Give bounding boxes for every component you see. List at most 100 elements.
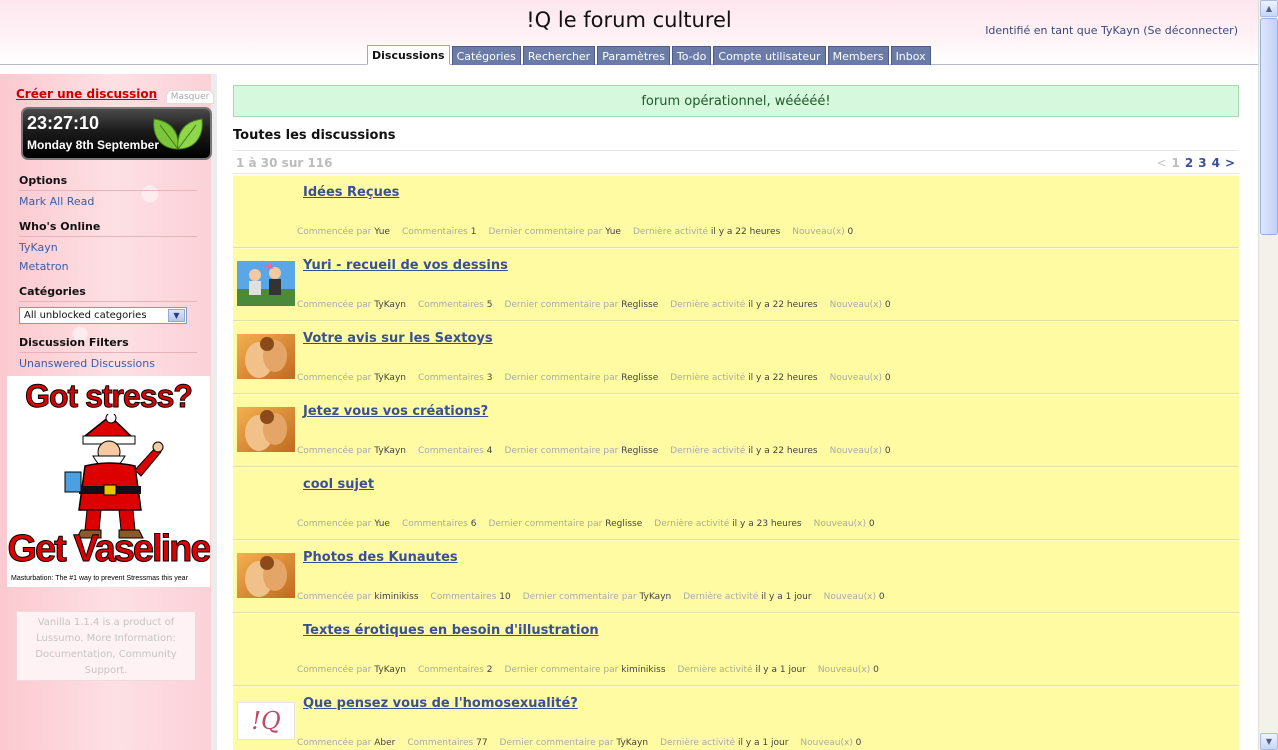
tab-inbox[interactable]: Inbox bbox=[890, 46, 931, 65]
scrollbar-thumb[interactable] bbox=[1260, 18, 1278, 235]
last-activity-value: il y a 22 heures bbox=[710, 227, 781, 237]
last-activity-label: Dernière activité bbox=[683, 592, 759, 602]
new-count: 0 bbox=[884, 300, 891, 310]
tab-account[interactable]: Compte utilisateur bbox=[713, 46, 826, 65]
new-label: Nouveau(x) bbox=[829, 300, 882, 310]
discussion-row: Yuri - recueil de vos dessins Commencée p… bbox=[233, 248, 1239, 321]
last-comment-label: Dernier commentaire par bbox=[522, 592, 637, 602]
comment-count: 2 bbox=[486, 665, 493, 675]
last-comment-label: Dernier commentaire par bbox=[504, 373, 619, 383]
avatar[interactable] bbox=[237, 261, 295, 306]
tab-settings[interactable]: Paramètres bbox=[597, 46, 670, 65]
tab-todo[interactable]: To-do bbox=[671, 46, 712, 65]
hide-sidebar-button[interactable]: Masquer bbox=[166, 90, 214, 104]
new-label: Nouveau(x) bbox=[823, 592, 876, 602]
ad-tagline: Get Vaseline bbox=[7, 528, 210, 571]
author-link[interactable]: Aber bbox=[374, 738, 395, 748]
comment-count: 6 bbox=[470, 519, 477, 529]
create-discussion-link[interactable]: Créer une discussion bbox=[16, 87, 157, 101]
discussion-meta: Commencée par kiminikiss Commentaires 10 D… bbox=[297, 592, 897, 602]
avatar[interactable] bbox=[237, 334, 295, 379]
next-page-button[interactable]: > bbox=[1225, 156, 1235, 170]
footer-line[interactable]: Lussumo. More Information: bbox=[17, 631, 195, 647]
mark-all-read-link[interactable]: Mark All Read bbox=[19, 195, 94, 208]
last-commenter-link[interactable]: kiminikiss bbox=[621, 665, 665, 675]
discussion-title-link[interactable]: Votre avis sur les Sextoys bbox=[303, 331, 493, 346]
chevron-down-icon[interactable]: ▼ bbox=[168, 309, 185, 322]
author-link[interactable]: TyKayn bbox=[374, 300, 406, 310]
page-scrollbar[interactable]: ▲ ▼ bbox=[1258, 0, 1278, 750]
tab-search[interactable]: Rechercher bbox=[522, 46, 596, 65]
comments-label: Commentaires bbox=[401, 227, 468, 237]
avatar[interactable] bbox=[237, 407, 295, 452]
pagination-bar: 1 à 30 sur 116 < 1 2 3 4 > bbox=[233, 150, 1239, 174]
discussion-meta: Commencée par Yue Commentaires 1 Dernier c… bbox=[297, 227, 865, 237]
page-link[interactable]: 2 bbox=[1185, 156, 1193, 170]
scroll-up-icon[interactable]: ▲ bbox=[1260, 0, 1278, 17]
options-heading: Options bbox=[19, 174, 197, 191]
advertisement-banner[interactable]: Got stress? Get Vaseline Masturbation: T… bbox=[7, 376, 210, 587]
author-link[interactable]: kiminikiss bbox=[374, 592, 418, 602]
tab-members[interactable]: Members bbox=[827, 46, 889, 65]
last-commenter-link[interactable]: Reglisse bbox=[621, 373, 658, 383]
discussion-title-link[interactable]: Que pensez vous de l'homosexualité? bbox=[303, 696, 578, 711]
last-commenter-link[interactable]: Yue bbox=[605, 227, 621, 237]
author-link[interactable]: Yue bbox=[374, 227, 390, 237]
footer-line[interactable]: Support. bbox=[17, 663, 195, 679]
discussion-meta: Commencée par TyKayn Commentaires 2 Dernie… bbox=[297, 665, 891, 675]
new-count: 0 bbox=[855, 738, 862, 748]
comment-count: 77 bbox=[476, 738, 488, 748]
last-commenter-link[interactable]: Reglisse bbox=[621, 300, 658, 310]
tab-categories[interactable]: Catégories bbox=[451, 46, 521, 65]
author-link[interactable]: Yue bbox=[374, 519, 390, 529]
footer-line[interactable]: Documentation, Community bbox=[17, 647, 195, 663]
new-count: 0 bbox=[847, 227, 854, 237]
last-activity-label: Dernière activité bbox=[670, 373, 746, 383]
category-select[interactable]: All unblocked categories ▼ bbox=[19, 307, 187, 324]
forum-notice: forum opérationnel, wééééé! bbox=[233, 85, 1239, 117]
discussion-title-link[interactable]: Photos des Kunautes bbox=[303, 550, 458, 565]
unanswered-discussions-link[interactable]: Unanswered Discussions bbox=[19, 357, 155, 370]
category-select-value: All unblocked categories bbox=[24, 310, 147, 321]
tab-discussions[interactable]: Discussions bbox=[367, 45, 450, 65]
discussion-title-link[interactable]: Textes érotiques en besoin d'illustratio… bbox=[303, 623, 599, 638]
last-activity-value: il y a 22 heures bbox=[748, 300, 818, 310]
scroll-down-icon[interactable]: ▼ bbox=[1260, 733, 1278, 750]
discussion-title-link[interactable]: Yuri - recueil de vos dessins bbox=[303, 258, 508, 273]
author-link[interactable]: TyKayn bbox=[374, 373, 406, 383]
comments-label: Commentaires bbox=[417, 665, 484, 675]
main-tabs: Discussions Catégories Rechercher Paramè… bbox=[367, 45, 933, 65]
started-by-label: Commencée par bbox=[297, 592, 372, 602]
avatar[interactable] bbox=[237, 553, 295, 598]
new-count: 0 bbox=[878, 592, 885, 602]
discussion-title-link[interactable]: cool sujet bbox=[303, 477, 374, 492]
avatar[interactable]: !Q bbox=[237, 699, 295, 744]
discussion-title-link[interactable]: Jetez vous vos créations? bbox=[303, 404, 488, 419]
new-label: Nouveau(x) bbox=[829, 446, 882, 456]
logout-link[interactable]: (Se déconnecter) bbox=[1143, 24, 1238, 37]
page-link[interactable]: 4 bbox=[1212, 156, 1220, 170]
comment-count: 4 bbox=[486, 446, 493, 456]
santa-illustration-icon bbox=[64, 414, 164, 539]
page-link[interactable]: 3 bbox=[1198, 156, 1206, 170]
last-commenter-link[interactable]: Reglisse bbox=[605, 519, 642, 529]
online-user-link[interactable]: Metatron bbox=[19, 260, 69, 273]
last-commenter-link[interactable]: Reglisse bbox=[621, 446, 658, 456]
pagination: < 1 2 3 4 > bbox=[1156, 156, 1235, 170]
discussion-filters-heading: Discussion Filters bbox=[19, 336, 197, 353]
last-comment-label: Dernier commentaire par bbox=[488, 519, 603, 529]
discussion-meta: Commencée par TyKayn Commentaires 3 Dernie… bbox=[297, 373, 903, 383]
author-link[interactable]: TyKayn bbox=[374, 665, 406, 675]
online-user-link[interactable]: TyKayn bbox=[19, 241, 58, 254]
last-commenter-link[interactable]: TyKayn bbox=[640, 592, 672, 602]
discussion-title-link[interactable]: Idées Reçues bbox=[303, 185, 399, 200]
author-link[interactable]: TyKayn bbox=[374, 446, 406, 456]
prev-page-button[interactable]: < bbox=[1156, 156, 1166, 170]
discussion-row: Jetez vous vos créations? Commencée par T… bbox=[233, 394, 1239, 467]
discussion-meta: Commencée par Aber Commentaires 77 Dernier… bbox=[297, 738, 873, 748]
last-commenter-link[interactable]: TyKayn bbox=[616, 738, 648, 748]
last-activity-label: Dernière activité bbox=[654, 519, 730, 529]
categories-heading: Catégories bbox=[19, 285, 197, 302]
comments-label: Commentaires bbox=[417, 446, 484, 456]
discussion-row: Photos des Kunautes Commencée par kiminik… bbox=[233, 540, 1239, 613]
